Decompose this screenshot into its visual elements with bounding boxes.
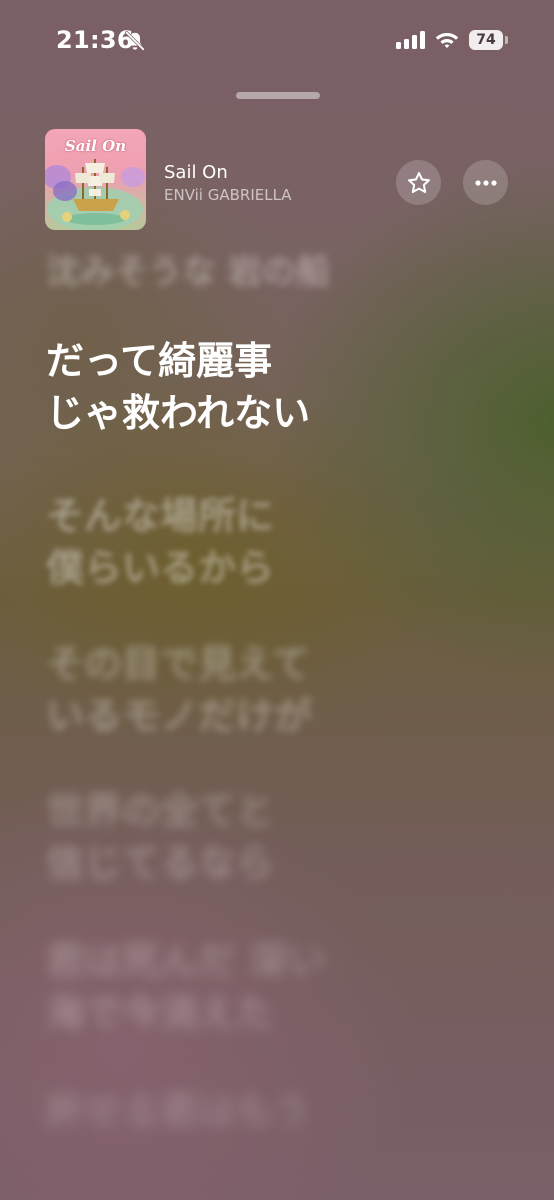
lyric-previous[interactable]: 沈みそうな 岩の船 (46, 246, 330, 298)
lyric-line: 信じてるなら (46, 841, 275, 885)
lyric-upcoming[interactable]: 世界の全てと 信じてるなら (46, 785, 274, 889)
status-bar: 21:36 74 (0, 0, 554, 80)
lyric-line: そんな場所に (46, 494, 275, 538)
more-icon (474, 179, 497, 186)
lyric-line: 海で今消えた (46, 991, 275, 1035)
album-artwork-title: Sail On (64, 137, 127, 155)
favorite-button[interactable] (396, 160, 441, 205)
wifi-icon (435, 33, 459, 48)
battery-tip (505, 36, 508, 44)
cellular-signal-icon (396, 31, 425, 49)
lyric-upcoming[interactable]: そんな場所に 僕らいるから (46, 490, 274, 594)
lyric-line: 僕らいるから (46, 546, 275, 590)
lyric-current[interactable]: だって綺麗事 じゃ救われない (46, 335, 310, 439)
bell-slash-icon (125, 31, 145, 51)
lyric-line: 沈みそうな 岩の船 (46, 252, 330, 292)
now-playing-lyrics-screen: 21:36 74 Sail On Sail On ENVii GABRIELLA… (0, 0, 554, 1200)
lyric-upcoming[interactable]: その目で見えて いるモノだけが (46, 638, 312, 742)
album-artwork[interactable]: Sail On (45, 129, 146, 230)
battery-icon: 74 (469, 30, 503, 50)
lyric-line: だって綺麗事 (46, 339, 273, 383)
lyric-line: じゃ救われない (46, 391, 311, 435)
sheet-grabber[interactable] (236, 92, 320, 99)
lyric-upcoming[interactable]: 許せる君はもう (46, 1085, 311, 1137)
status-time: 21:36 (56, 26, 134, 54)
lyric-line: 世界の全てと (46, 789, 275, 833)
lyric-line: その目で見えて (46, 642, 311, 686)
lyric-upcoming[interactable]: 君は死んだ 深い 海で今消えた (46, 935, 325, 1039)
lyric-line: 君は死んだ 深い (46, 939, 326, 983)
lyric-line: いるモノだけが (46, 694, 313, 738)
star-icon (407, 171, 430, 193)
track-title[interactable]: Sail On (164, 162, 228, 183)
track-artist[interactable]: ENVii GABRIELLA (164, 186, 292, 204)
more-options-button[interactable] (463, 160, 508, 205)
lyric-line: 許せる君はもう (46, 1089, 311, 1133)
